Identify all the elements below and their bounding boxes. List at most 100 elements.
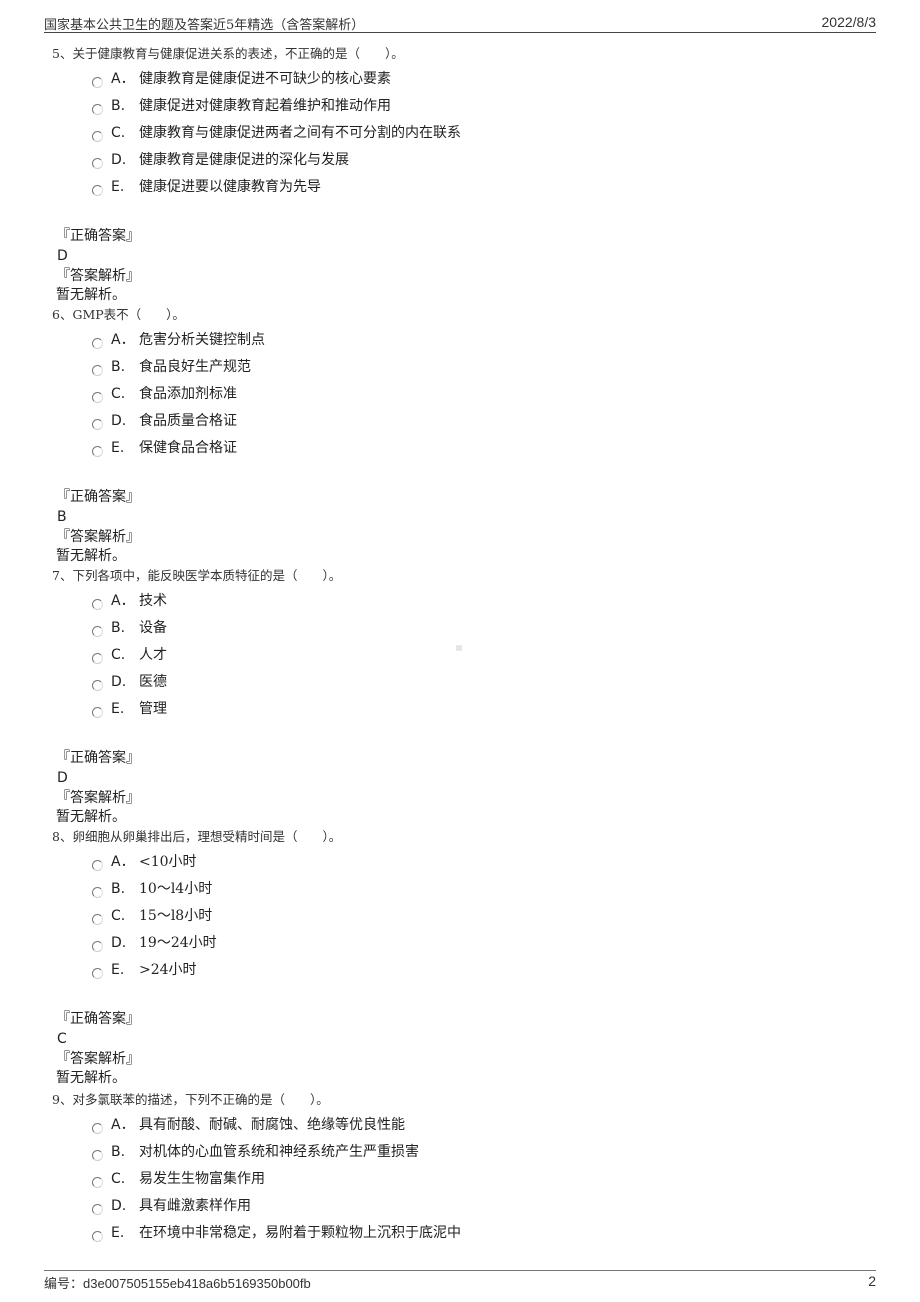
option-d[interactable]: D. 19～24小时	[92, 930, 872, 957]
option-text: 食品添加剂标准	[139, 386, 237, 402]
option-text: 具有雌激素样作用	[139, 1198, 251, 1214]
radio-button-icon[interactable]	[92, 419, 103, 430]
analysis-text: 暂无解析。	[56, 287, 126, 303]
radio-button-icon[interactable]	[92, 941, 103, 952]
option-c[interactable]: C. 易发生生物富集作用	[92, 1166, 872, 1193]
question-7: 7、下列各项中，能反映医学本质特征的是（ ）。 A． 技术 B. 设备 C. 人才 D…	[52, 566, 872, 827]
correct-answer-label: 『正确答案』	[56, 1011, 140, 1027]
radio-button-icon[interactable]	[92, 887, 103, 898]
analysis-text: 暂无解析。	[56, 809, 126, 825]
option-a[interactable]: A． 健康教育是健康促进不可缺少的核心要素	[92, 66, 872, 93]
option-e[interactable]: E. 管理	[92, 696, 872, 723]
option-a[interactable]: A． 危害分析关键控制点	[92, 327, 872, 354]
option-e[interactable]: E. >24小时	[92, 957, 872, 984]
analysis-text: 暂无解析。	[56, 548, 126, 564]
option-c[interactable]: C. 人才	[92, 642, 872, 669]
option-c[interactable]: C. 健康教育与健康促进两者之间有不可分割的内在联系	[92, 120, 872, 147]
option-text: 健康促进对健康教育起着维护和推动作用	[139, 98, 391, 114]
document-code-label: 编号：	[44, 1277, 84, 1292]
option-text: 食品良好生产规范	[139, 359, 251, 375]
option-letter: B.	[111, 881, 126, 897]
correct-answer-value: C	[57, 1031, 67, 1047]
radio-button-icon[interactable]	[92, 707, 103, 718]
option-a[interactable]: A． 技术	[92, 588, 872, 615]
radio-button-icon[interactable]	[92, 626, 103, 637]
option-letter: A．	[111, 593, 135, 609]
question-9: 9、对多氯联苯的描述，下列不正确的是（ ）。 A． 具有耐酸、耐碱、耐腐蚀、绝缘等…	[52, 1090, 872, 1247]
option-e[interactable]: E. 在环境中非常稳定，易附着于颗粒物上沉积于底泥中	[92, 1220, 872, 1247]
option-b[interactable]: B. 10～l4小时	[92, 876, 872, 903]
option-b[interactable]: B. 食品良好生产规范	[92, 354, 872, 381]
radio-button-icon[interactable]	[92, 365, 103, 376]
radio-button-icon[interactable]	[92, 680, 103, 691]
option-d[interactable]: D. 健康教育是健康促进的深化与发展	[92, 147, 872, 174]
analysis-label: 『答案解析』	[56, 529, 140, 545]
option-list: A． 健康教育是健康促进不可缺少的核心要素 B. 健康促进对健康教育起着维护和推动作…	[92, 66, 872, 201]
radio-button-icon[interactable]	[92, 1177, 103, 1188]
radio-button-icon[interactable]	[92, 653, 103, 664]
radio-button-icon[interactable]	[92, 599, 103, 610]
option-a[interactable]: A． <10小时	[92, 849, 872, 876]
option-letter: A．	[111, 71, 135, 87]
option-letter: A．	[111, 854, 135, 870]
option-b[interactable]: B. 设备	[92, 615, 872, 642]
page-footer: 编号：d3e007505155eb418a6b5169350b00fb 2	[44, 1270, 876, 1293]
option-letter: D.	[111, 413, 127, 429]
option-d[interactable]: D. 具有雌激素样作用	[92, 1193, 872, 1220]
question-8: 8、卵细胞从卵巢排出后，理想受精时间是（ ）。 A． <10小时 B. 10～l4小…	[52, 827, 872, 1088]
radio-button-icon[interactable]	[92, 1231, 103, 1242]
question-6: 6、GMP表不（ ）。 A． 危害分析关键控制点 B. 食品良好生产规范 C. 食品添…	[52, 305, 872, 566]
answer-block: 『正确答案』 D 『答案解析』 暂无解析。	[56, 749, 872, 827]
option-letter: E.	[111, 962, 125, 978]
option-c[interactable]: C. 15～l8小时	[92, 903, 872, 930]
option-text: 对机体的心血管系统和神经系统产生严重损害	[139, 1144, 419, 1160]
option-a[interactable]: A． 具有耐酸、耐碱、耐腐蚀、绝缘等优良性能	[92, 1112, 872, 1139]
radio-button-icon[interactable]	[92, 185, 103, 196]
option-d[interactable]: D. 食品质量合格证	[92, 408, 872, 435]
radio-button-icon[interactable]	[92, 338, 103, 349]
option-text: 10～l4小时	[139, 881, 213, 897]
option-text: >24小时	[139, 962, 197, 978]
radio-button-icon[interactable]	[92, 392, 103, 403]
radio-button-icon[interactable]	[92, 1150, 103, 1161]
question-5: 5、关于健康教育与健康促进关系的表述，不正确的是（ ）。 A． 健康教育是健康促进…	[52, 44, 872, 305]
option-text: 保健食品合格证	[139, 440, 237, 456]
radio-button-icon[interactable]	[92, 104, 103, 115]
document-date: 2022/8/3	[821, 14, 877, 30]
correct-answer-value: B	[57, 509, 67, 525]
option-text: 食品质量合格证	[139, 413, 237, 429]
option-e[interactable]: E. 健康促进要以健康教育为先导	[92, 174, 872, 201]
option-b[interactable]: B. 健康促进对健康教育起着维护和推动作用	[92, 93, 872, 120]
option-d[interactable]: D. 医德	[92, 669, 872, 696]
analysis-label: 『答案解析』	[56, 268, 140, 284]
option-letter: C.	[111, 386, 126, 402]
option-letter: C.	[111, 908, 126, 924]
option-letter: B.	[111, 1144, 126, 1160]
option-text: 具有耐酸、耐碱、耐腐蚀、绝缘等优良性能	[139, 1117, 405, 1133]
option-list: A． 技术 B. 设备 C. 人才 D. 医德 E. 管理	[92, 588, 872, 723]
option-text: 易发生生物富集作用	[139, 1171, 265, 1187]
radio-button-icon[interactable]	[92, 860, 103, 871]
option-letter: E.	[111, 440, 125, 456]
option-letter: E.	[111, 701, 125, 717]
radio-button-icon[interactable]	[92, 1204, 103, 1215]
radio-button-icon[interactable]	[92, 1123, 103, 1134]
radio-button-icon[interactable]	[92, 131, 103, 142]
radio-button-icon[interactable]	[92, 914, 103, 925]
answer-block: 『正确答案』 C 『答案解析』 暂无解析。	[56, 1010, 872, 1088]
radio-button-icon[interactable]	[92, 77, 103, 88]
option-text: 健康教育是健康促进的深化与发展	[139, 152, 349, 168]
option-text: 在环境中非常稳定，易附着于颗粒物上沉积于底泥中	[139, 1225, 461, 1241]
answer-block: 『正确答案』 B 『答案解析』 暂无解析。	[56, 488, 872, 566]
option-letter: A．	[111, 1117, 135, 1133]
radio-button-icon[interactable]	[92, 968, 103, 979]
radio-button-icon[interactable]	[92, 446, 103, 457]
radio-button-icon[interactable]	[92, 158, 103, 169]
option-letter: A．	[111, 332, 135, 348]
option-text: 15～l8小时	[139, 908, 213, 924]
page-header: 国家基本公共卫生的题及答案近5年精选（含答案解析） 2022/8/3	[44, 12, 876, 33]
option-b[interactable]: B. 对机体的心血管系统和神经系统产生严重损害	[92, 1139, 872, 1166]
option-e[interactable]: E. 保健食品合格证	[92, 435, 872, 462]
option-c[interactable]: C. 食品添加剂标准	[92, 381, 872, 408]
option-text: <10小时	[139, 854, 197, 870]
